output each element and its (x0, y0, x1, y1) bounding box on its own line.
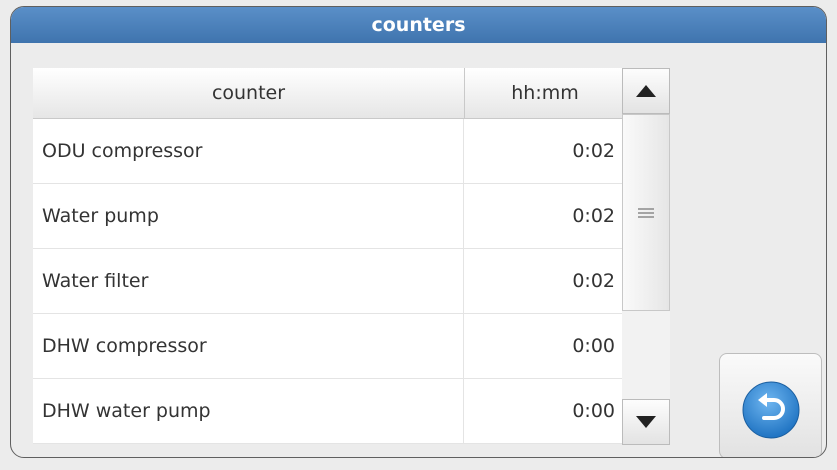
table-row[interactable]: ODU compressor 0:02 (33, 119, 625, 184)
triangle-up-icon (636, 85, 656, 97)
counter-time: 0:00 (572, 400, 615, 422)
scroll-up-button[interactable] (622, 68, 670, 114)
table-row[interactable]: DHW water pump 0:00 (33, 379, 625, 444)
scroll-down-button[interactable] (622, 399, 670, 445)
counter-name: Water filter (33, 249, 464, 313)
counter-time: 0:02 (572, 205, 615, 227)
table-header: counter hh:mm (33, 68, 625, 119)
scroll-thumb[interactable] (622, 114, 670, 311)
table-row[interactable]: Water pump 0:02 (33, 184, 625, 249)
counter-name: ODU compressor (33, 119, 464, 183)
table-row[interactable]: Water filter 0:02 (33, 249, 625, 314)
column-header-time[interactable]: hh:mm (465, 68, 625, 118)
counters-table: counter hh:mm ODU compressor 0:02 Water … (33, 68, 625, 444)
back-button[interactable] (719, 353, 822, 457)
grip-lines-icon (638, 207, 654, 218)
counter-name: DHW compressor (33, 314, 464, 378)
counter-time: 0:02 (572, 270, 615, 292)
scroll-track[interactable] (622, 114, 670, 399)
counter-name: DHW water pump (33, 379, 464, 443)
counter-name: Water pump (33, 184, 464, 248)
back-arrow-icon (742, 381, 800, 439)
triangle-down-icon (636, 416, 656, 428)
counter-time: 0:00 (572, 335, 615, 357)
counters-window: counters counter hh:mm ODU compressor 0:… (10, 6, 827, 458)
counter-time: 0:02 (572, 140, 615, 162)
table-row[interactable]: DHW compressor 0:00 (33, 314, 625, 379)
window-title: counters (11, 7, 826, 43)
table-scrollbar[interactable] (622, 68, 672, 445)
column-header-counter[interactable]: counter (33, 68, 465, 118)
